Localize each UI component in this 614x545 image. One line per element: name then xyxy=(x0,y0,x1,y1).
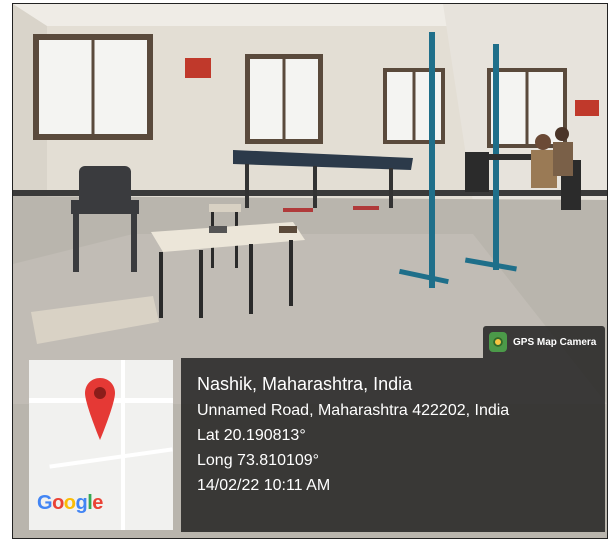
location-info-panel: Nashik, Maharashtra, India Unnamed Road,… xyxy=(181,358,605,532)
logo-letter: g xyxy=(75,492,88,514)
google-logo: Google xyxy=(37,492,103,515)
camera-icon xyxy=(489,332,507,352)
gps-camera-badge: GPS Map Camera xyxy=(483,326,605,358)
location-longitude: Long 73.810109° xyxy=(197,452,320,469)
location-latitude: Lat 20.190813° xyxy=(197,427,306,444)
location-address: Unnamed Road, Maharashtra 422202, India xyxy=(197,402,510,419)
logo-letter: G xyxy=(37,492,53,514)
photo-frame: GPS Map Camera Google Nashik, Maharashtr… xyxy=(12,3,608,539)
badge-label: GPS Map Camera xyxy=(513,336,597,348)
window-3 xyxy=(383,68,445,144)
wall-sign-2 xyxy=(575,100,599,116)
window-2 xyxy=(245,54,323,144)
location-city: Nashik, Maharashtra, India xyxy=(197,374,413,394)
logo-letter: o xyxy=(63,492,76,514)
logo-letter: o xyxy=(52,492,64,514)
logo-letter: e xyxy=(92,492,103,514)
location-pin-icon xyxy=(85,378,115,440)
window-1 xyxy=(33,34,153,140)
location-datetime: 14/02/22 10:11 AM xyxy=(197,477,331,494)
wall-sign-1 xyxy=(185,58,211,78)
